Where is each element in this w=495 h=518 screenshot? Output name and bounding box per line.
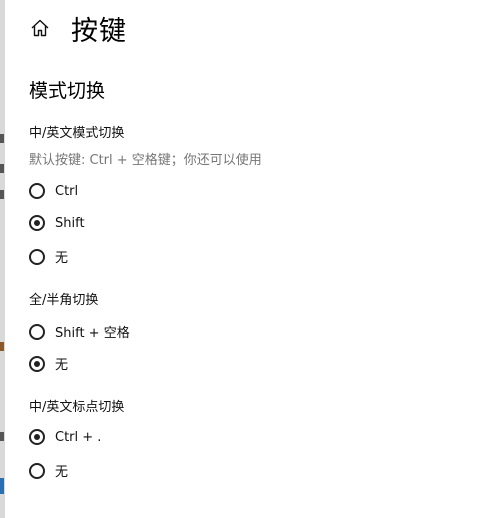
radio-label: Ctrl + .: [55, 429, 102, 445]
radio-dot: [34, 434, 40, 440]
background-window-fragment: [0, 164, 4, 173]
section-title: 模式切换: [29, 80, 106, 102]
settings-panel: 按键 模式切换 中/英文模式切换 默认按键: Ctrl + 空格键；你还可以使用…: [5, 0, 495, 518]
background-window-fragment: [0, 134, 4, 143]
radio-label: 无: [55, 358, 69, 373]
radio-option-shift-space[interactable]: Shift + 空格: [29, 322, 130, 341]
radio-option-ctrl[interactable]: Ctrl: [29, 183, 78, 199]
group-title-full-half-width: 全/半角切换: [29, 293, 99, 308]
group-title-punctuation: 中/英文标点切换: [29, 400, 125, 415]
radio-option-none[interactable]: 无: [29, 461, 68, 480]
radio-option-ctrl-period[interactable]: Ctrl + .: [29, 429, 101, 445]
radio-label: 无: [55, 465, 69, 480]
page-title: 按键: [71, 15, 127, 47]
home-icon: [31, 19, 49, 37]
page-header: 按键: [29, 6, 127, 50]
radio-option-shift[interactable]: Shift: [29, 215, 85, 231]
home-button[interactable]: [29, 17, 51, 39]
radio-label: Shift: [55, 215, 85, 231]
background-window-fragment: [0, 478, 4, 494]
background-window-fragment: [0, 432, 4, 441]
radio-button[interactable]: [29, 462, 45, 479]
radio-dot: [34, 360, 40, 367]
radio-button[interactable]: [29, 429, 45, 445]
radio-button[interactable]: [29, 248, 45, 265]
background-window-fragment: [0, 342, 4, 351]
radio-label: 无: [55, 251, 69, 266]
radio-option-none[interactable]: 无: [29, 354, 68, 373]
radio-button[interactable]: [29, 215, 45, 231]
radio-dot: [34, 220, 40, 226]
group-title-chinese-english-mode: 中/英文模式切换: [29, 126, 125, 141]
radio-button[interactable]: [29, 323, 45, 340]
radio-label: Shift + 空格: [55, 326, 130, 341]
background-window-fragment: [0, 190, 4, 199]
radio-label: Ctrl: [55, 183, 79, 199]
radio-button[interactable]: [29, 183, 45, 199]
radio-option-none[interactable]: 无: [29, 247, 68, 266]
default-key-hint: 默认按键: Ctrl + 空格键；你还可以使用: [29, 153, 262, 168]
radio-button[interactable]: [29, 355, 45, 372]
